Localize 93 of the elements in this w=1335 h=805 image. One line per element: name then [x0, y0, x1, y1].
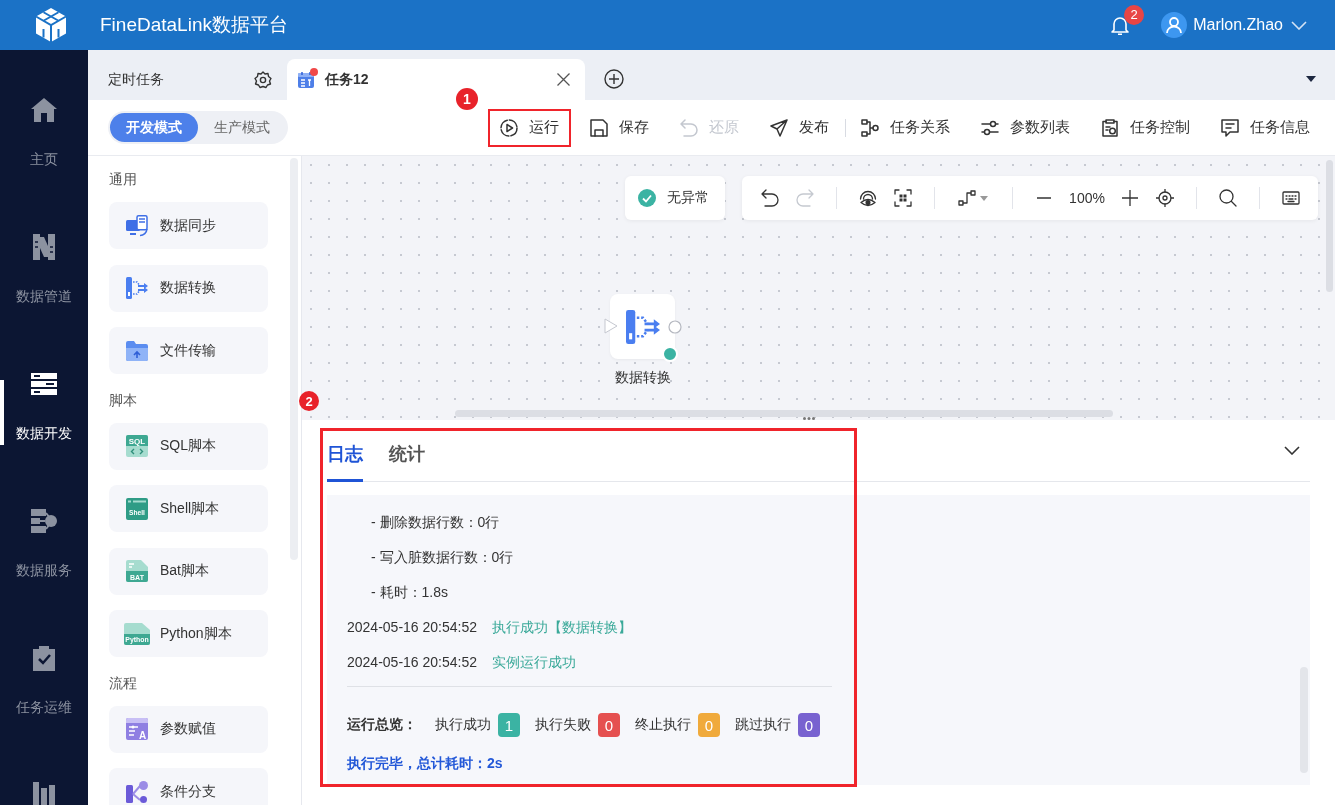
check-circle-icon [638, 189, 656, 207]
palette-item[interactable]: 数据同步 [109, 202, 268, 249]
settings-icon[interactable] [254, 70, 272, 89]
palette-item[interactable]: 条件分支 [109, 768, 268, 805]
palette-item[interactable]: SQL SQL脚本 [109, 422, 268, 470]
chevron-down-icon [1291, 20, 1307, 30]
undo-arrow-icon [680, 118, 698, 137]
flow-arrows-icon [126, 277, 148, 299]
plus-icon[interactable] [1122, 190, 1138, 206]
monitor-server-icon [126, 214, 148, 237]
log-timestamp: 2024-05-16 20:54:52 [347, 653, 477, 672]
section-title: 通用 [109, 170, 138, 189]
caret-down-icon[interactable] [1306, 76, 1316, 82]
status-label: 无异常 [667, 189, 709, 207]
search-icon[interactable] [1219, 189, 1237, 207]
collapse-chevron-icon[interactable] [1284, 446, 1300, 455]
nav-item[interactable]: 任务运维 [0, 598, 88, 735]
node-label: 数据转换 [613, 368, 672, 387]
count-badge: 0 [598, 713, 620, 737]
paper-plane-icon [770, 118, 788, 137]
log-text: - 写入脏数据行数：0行 [370, 548, 515, 567]
stacked-bars-icon [31, 373, 57, 395]
count-label: 跳过执行 [735, 716, 791, 734]
active-indicator [0, 380, 4, 445]
bell-icon[interactable] [1111, 15, 1130, 35]
tab[interactable]: 统计 [389, 443, 425, 482]
linked-nodes-icon [861, 118, 879, 137]
zoom-level: 100% [1068, 190, 1106, 206]
notification-badge: 2 [1124, 4, 1145, 25]
drag-handle-icon[interactable] [803, 417, 815, 420]
alert-dot-icon [310, 68, 318, 76]
task-relations-button[interactable]: 任务关系 [849, 108, 962, 147]
plus-circle-icon[interactable] [604, 69, 624, 89]
log-message: 执行成功【数据转换】 [492, 618, 632, 637]
section-title: 流程 [109, 673, 138, 693]
house-icon [31, 98, 57, 122]
sql-file-icon: SQL [126, 435, 148, 457]
scan-frame-icon[interactable] [894, 189, 912, 207]
count-label: 终止执行 [635, 716, 691, 734]
count-label: 执行失败 [535, 716, 591, 734]
user-avatar-icon [1161, 12, 1188, 38]
task-control-button[interactable]: 任务控制 [1089, 108, 1202, 147]
log-message: 实例运行成功 [492, 653, 576, 672]
nav-item[interactable]: 数据开发 [0, 324, 88, 461]
eye-icon[interactable] [859, 189, 877, 207]
crosshair-icon[interactable] [1156, 189, 1174, 207]
parameter-icon: A [126, 718, 148, 740]
palette-item[interactable]: A 参数赋值 [109, 705, 268, 753]
parameter-list-button[interactable]: 参数列表 [969, 108, 1082, 147]
tab[interactable]: 日志 [327, 443, 363, 482]
count-badge: 0 [698, 713, 720, 737]
input-port-icon[interactable] [604, 318, 618, 334]
save-button[interactable]: 保存 [578, 108, 661, 147]
palette-item[interactable]: 数据转换 [109, 264, 268, 312]
blocks-icon [33, 234, 55, 260]
log-timestamp: 2024-05-16 20:54:52 [347, 618, 477, 637]
nav-item[interactable]: 数据服务 [0, 461, 88, 598]
connector-icon[interactable] [958, 190, 976, 206]
log-text: - 删除数据行数：0行 [370, 513, 501, 532]
run-button[interactable]: 运行 [488, 108, 571, 147]
clipboard-check-icon [33, 645, 55, 671]
task-info-button[interactable]: 任务信息 [1209, 108, 1322, 147]
completion-text: 执行完毕，总计耗时：2s [347, 754, 504, 773]
clipboard-gear-icon [1101, 118, 1119, 137]
nav-item[interactable]: 数据管道 [0, 187, 88, 324]
summary-label: 运行总览： [347, 716, 417, 734]
branch-icon [126, 780, 148, 803]
message-icon [1221, 118, 1239, 137]
app-title: FineDataLink数据平台 [100, 13, 288, 37]
play-circle-icon [500, 118, 518, 137]
publish-button[interactable]: 发布 [758, 108, 841, 147]
keyboard-icon[interactable] [1282, 191, 1300, 205]
count-badge: 1 [498, 713, 520, 737]
calendar-icon [298, 71, 314, 88]
user-menu[interactable]: Marlon.Zhao [1161, 12, 1307, 38]
node-card[interactable] [610, 294, 675, 359]
mode-option[interactable]: 开发模式 [110, 113, 198, 142]
columns-icon [33, 782, 55, 805]
tab[interactable]: 定时任务 [88, 59, 287, 100]
cube-logo-icon [33, 7, 69, 43]
log-text: - 耗时：1.8s [370, 583, 449, 602]
palette-item[interactable]: 文件传输 [109, 327, 268, 374]
flow-arrows-icon [625, 309, 660, 344]
count-label: 执行成功 [435, 716, 491, 734]
close-icon[interactable] [557, 73, 570, 86]
mode-option[interactable]: 生产模式 [198, 113, 286, 142]
network-icon [31, 509, 57, 533]
sliders-icon [981, 118, 999, 137]
nav-item[interactable]: 主页 [0, 50, 88, 187]
folder-upload-icon [126, 339, 148, 362]
count-badge: 0 [798, 713, 820, 737]
section-title: 脚本 [109, 390, 138, 410]
undo-icon[interactable] [761, 189, 779, 207]
